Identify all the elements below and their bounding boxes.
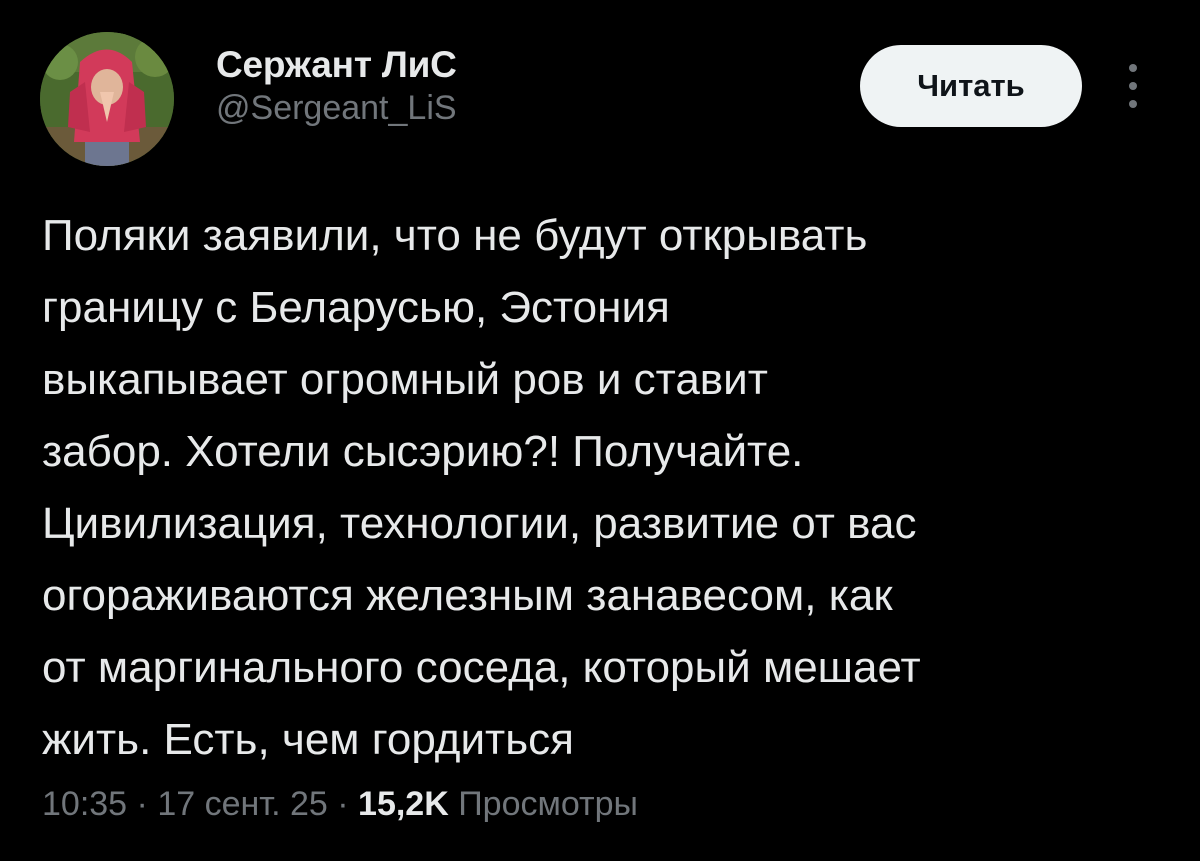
follow-button[interactable]: Читать: [860, 45, 1082, 127]
tweet-text: Поляки заявили, что не будут открывать г…: [42, 200, 1162, 776]
meta-separator: ·: [136, 785, 148, 823]
tweet-meta: 10:35 · 17 сент. 25 · 15,2K Просмотры: [42, 782, 638, 826]
author-display-name[interactable]: Сержант ЛиС: [216, 42, 457, 88]
tweet-time[interactable]: 10:35: [42, 785, 127, 823]
tweet-text-line: забор. Хотели сысэрию?! Получайте.: [42, 427, 804, 476]
more-vertical-icon[interactable]: [1116, 64, 1150, 108]
more-dot: [1129, 100, 1137, 108]
tweet-text-line: огораживаются железным занавесом, как: [42, 571, 893, 620]
more-dot: [1129, 64, 1137, 72]
tweet-text-line: выкапывает огромный ров и ставит: [42, 355, 768, 404]
tweet-text-line: границу с Беларусью, Эстония: [42, 283, 670, 332]
author-handle[interactable]: @Sergeant_LiS: [216, 88, 457, 128]
views-count[interactable]: 15,2K: [358, 785, 449, 823]
more-dot: [1129, 82, 1137, 90]
views-label[interactable]: Просмотры: [458, 785, 638, 823]
tweet-text-line: Цивилизация, технологии, развитие от вас: [42, 499, 917, 548]
author-info: Сержант ЛиС @Sergeant_LiS: [216, 42, 457, 128]
tweet-card: Сержант ЛиС @Sergeant_LiS Читать Поляки …: [0, 0, 1200, 861]
tweet-text-line: жить. Есть, чем гордиться: [42, 715, 574, 764]
tweet-date[interactable]: 17 сент. 25: [157, 785, 327, 823]
avatar[interactable]: [40, 32, 174, 166]
avatar-image: [40, 32, 174, 166]
tweet-text-line: Поляки заявили, что не будут открывать: [42, 211, 868, 260]
meta-separator: ·: [337, 785, 349, 823]
tweet-text-line: от маргинального соседа, который мешает: [42, 643, 921, 692]
